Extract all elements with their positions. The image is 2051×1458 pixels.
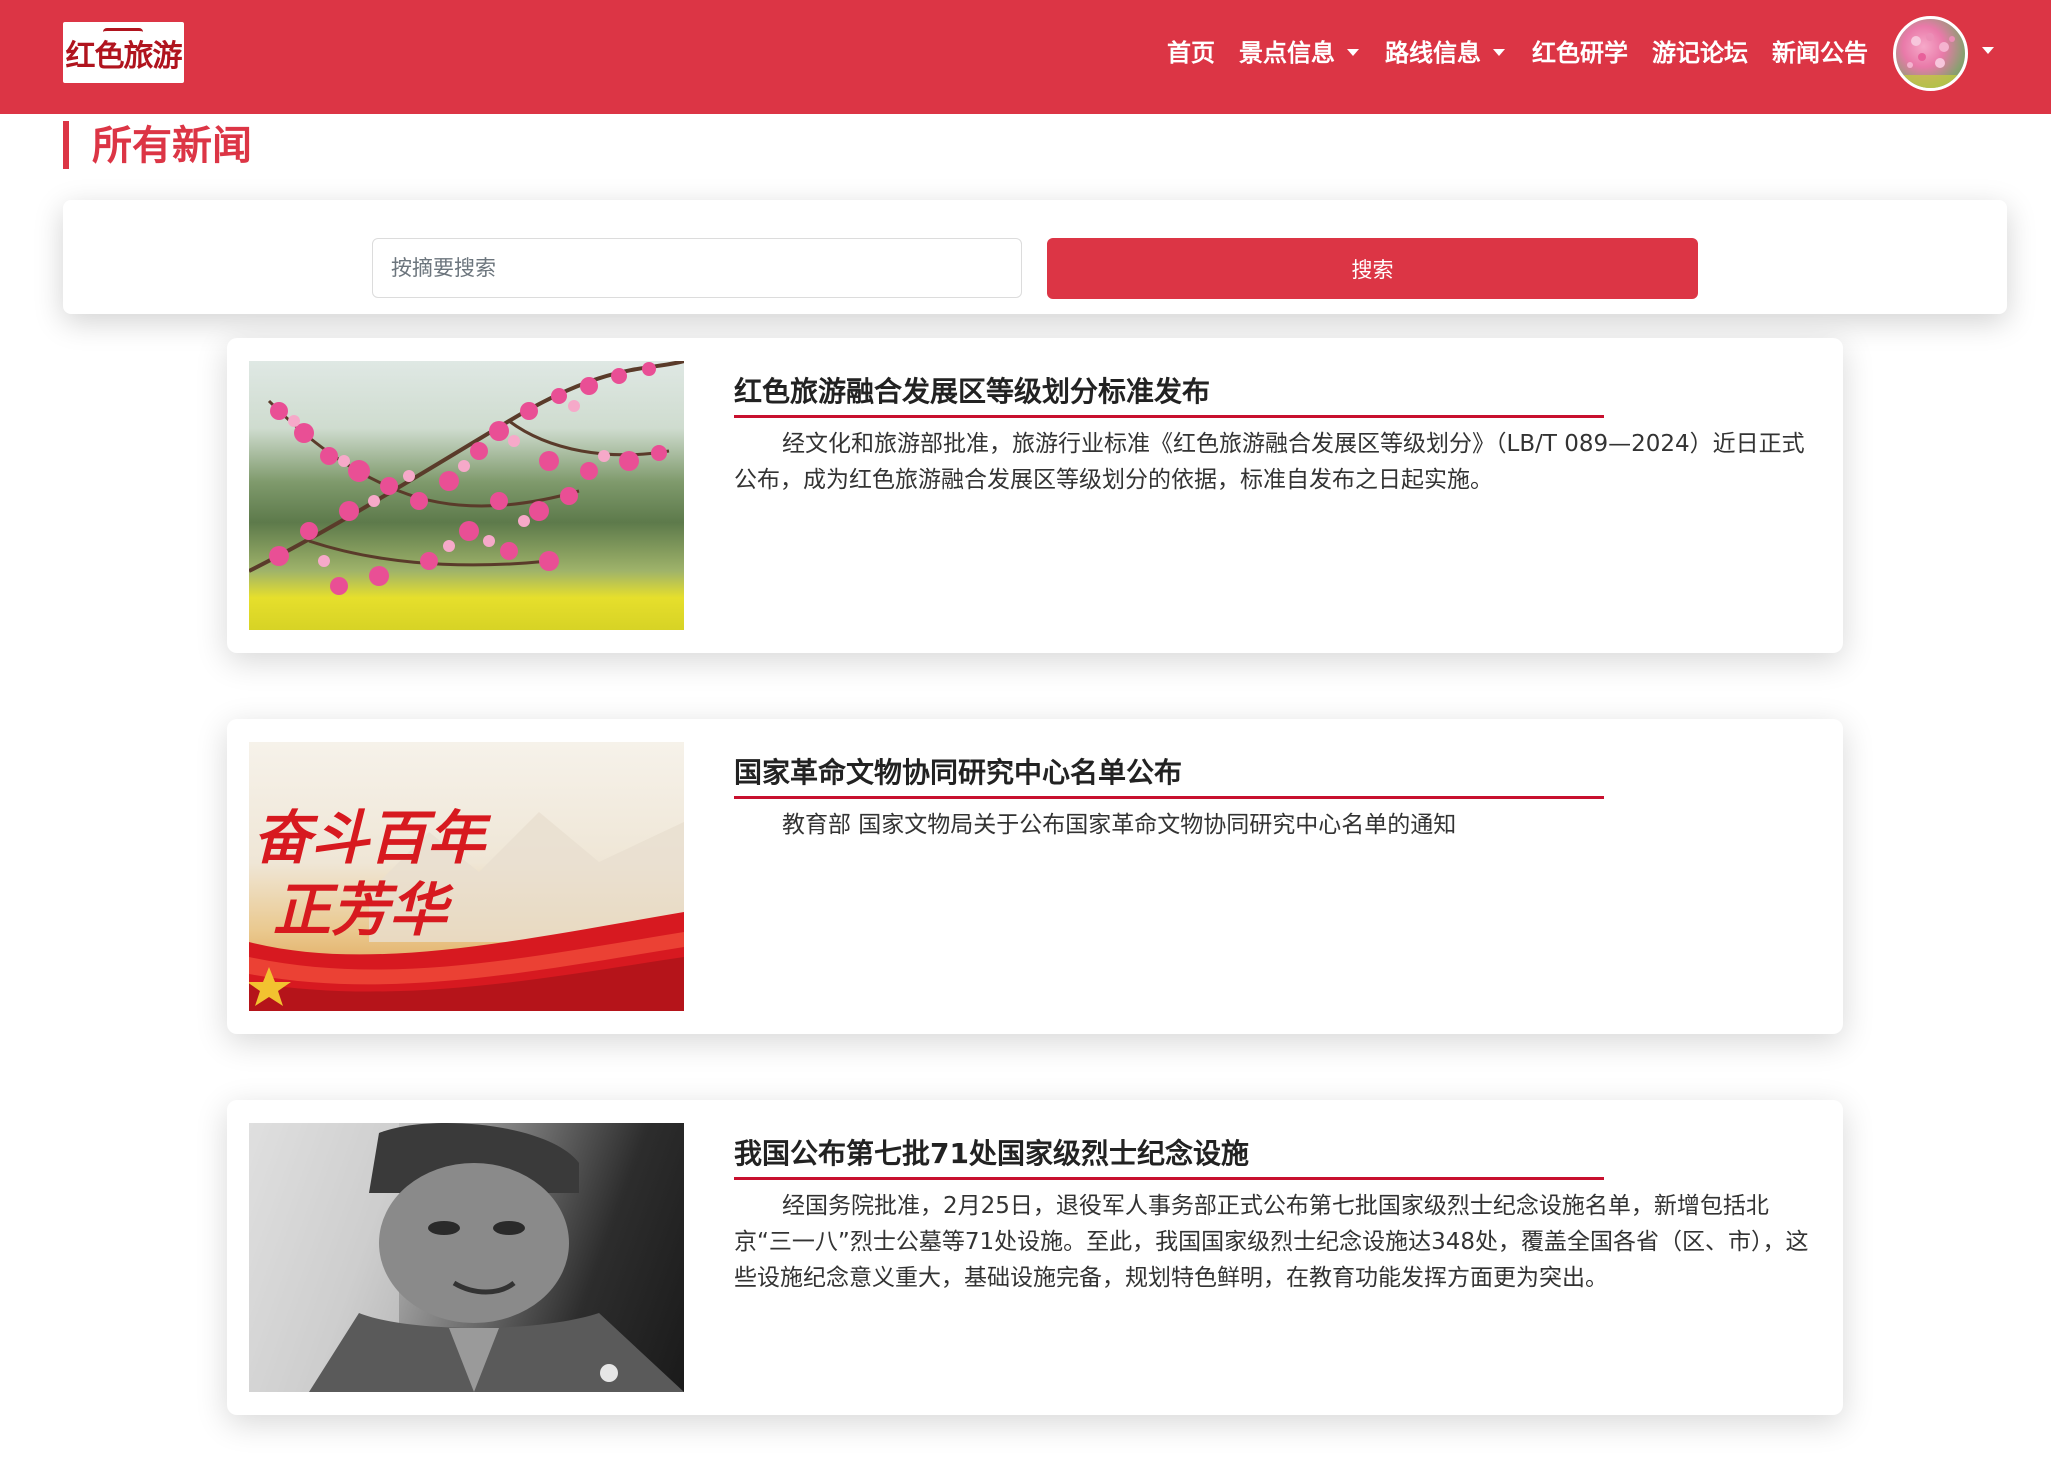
chevron-down-icon[interactable] xyxy=(1982,47,1994,54)
nav-item-label: 新闻公告 xyxy=(1772,39,1868,67)
news-title[interactable]: 我国公布第七批71处国家级烈士纪念设施 xyxy=(734,1134,1249,1174)
news-summary: 经国务院批准，2月25日，退役军人事务部正式公布第七批国家级烈士纪念设施名单，新… xyxy=(734,1193,1809,1291)
news-card[interactable]: 红色旅游融合发展区等级划分标准发布 经文化和旅游部批准，旅游行业标准《红色旅游融… xyxy=(227,338,1843,653)
nav-item-news[interactable]: 新闻公告 xyxy=(1772,38,1868,68)
news-title[interactable]: 红色旅游融合发展区等级划分标准发布 xyxy=(734,372,1210,412)
search-panel: 搜索 xyxy=(63,200,2007,314)
avatar-blossom-icon xyxy=(1896,33,1965,88)
peach-blossom-image[interactable] xyxy=(249,361,684,630)
title-underline xyxy=(734,1177,1604,1180)
nav-item-label: 首页 xyxy=(1167,39,1215,67)
nav-item-routes[interactable]: 路线信息 xyxy=(1385,38,1505,68)
chevron-down-icon xyxy=(1347,48,1359,56)
title-underline xyxy=(734,796,1604,799)
search-input[interactable] xyxy=(372,238,1022,298)
nav-item-attractions[interactable]: 景点信息 xyxy=(1239,38,1359,68)
page-title: 所有新闻 xyxy=(92,123,252,169)
nav-item-label: 路线信息 xyxy=(1385,39,1481,67)
title-underline xyxy=(734,415,1604,418)
top-navbar: 红色旅游 首页 景点信息 路线信息 红色研学 游记论坛 新闻公告 xyxy=(0,0,2051,114)
chevron-down-icon xyxy=(1493,48,1505,56)
news-title[interactable]: 国家革命文物协同研究中心名单公布 xyxy=(734,753,1182,793)
site-logo[interactable]: 红色旅游 xyxy=(63,22,184,83)
search-button[interactable]: 搜索 xyxy=(1047,238,1698,299)
nav-item-forum[interactable]: 游记论坛 xyxy=(1652,38,1748,68)
red-banner-image[interactable]: 奋斗百年 正芳华 xyxy=(249,742,684,1011)
banner-text-line1: 奋斗百年 xyxy=(253,804,486,872)
nav-item-label: 红色研学 xyxy=(1532,39,1628,67)
user-avatar[interactable] xyxy=(1893,16,1968,91)
news-card[interactable]: 奋斗百年 正芳华 国家革命文物协同研究中心名单公布 教育部 国家文物局关于公布国… xyxy=(227,719,1843,1034)
logo-ornament xyxy=(103,28,143,36)
news-card[interactable]: 我国公布第七批71处国家级烈士纪念设施 经国务院批准，2月25日，退役军人事务部… xyxy=(227,1100,1843,1415)
logo-text: 红色旅游 xyxy=(65,38,183,74)
news-summary: 经文化和旅游部批准，旅游行业标准《红色旅游融合发展区等级划分》（LB/T 089… xyxy=(734,431,1805,493)
nav-item-study[interactable]: 红色研学 xyxy=(1532,38,1628,68)
nav-item-home[interactable]: 首页 xyxy=(1167,38,1215,68)
nav-item-label: 景点信息 xyxy=(1239,39,1335,67)
banner-text-line2: 正芳华 xyxy=(273,876,448,944)
portrait-photo-image[interactable] xyxy=(249,1123,684,1392)
nav-item-label: 游记论坛 xyxy=(1652,39,1748,67)
news-summary: 教育部 国家文物局关于公布国家革命文物协同研究中心名单的通知 xyxy=(782,812,1457,838)
page-title-accent xyxy=(63,121,69,169)
